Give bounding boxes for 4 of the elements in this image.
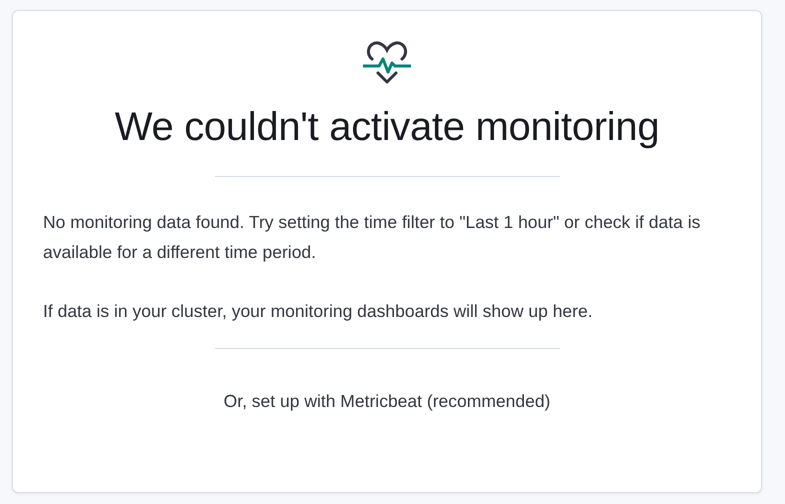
message-text: If data is in your cluster, your monitoring dashboards will show up here. bbox=[43, 300, 594, 323]
page-title: We couldn't activate monitoring bbox=[114, 105, 660, 150]
message-text: No monitoring data found. Try setting the time filter to "Last 1 hour" or check if data is available for a different time period. bbox=[43, 211, 702, 264]
setup-text: Or, set up with Metricbeat (recommended) bbox=[224, 391, 550, 412]
